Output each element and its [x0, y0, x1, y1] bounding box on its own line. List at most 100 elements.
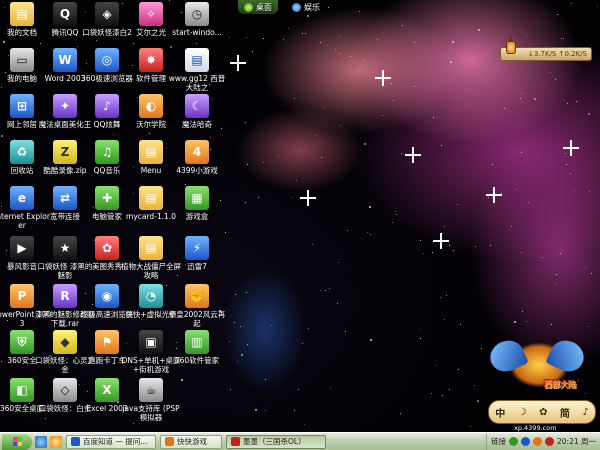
taskbar-button[interactable]: 百度知道 — 提问... — [66, 434, 156, 449]
widget-button[interactable]: ☽ — [518, 407, 527, 418]
star — [305, 33, 306, 34]
desktop-icon[interactable]: 4 4399小游戏 — [167, 140, 227, 175]
star — [288, 28, 289, 29]
app-icon: ◐ — [139, 94, 163, 118]
app-icon: ✚ — [95, 186, 119, 210]
star-flare — [300, 190, 316, 206]
star — [451, 44, 452, 45]
star — [392, 222, 393, 223]
app-icon: ◔ — [139, 284, 163, 308]
desktop-icon[interactable]: ✊ 拳皇2002风云再起 — [167, 284, 227, 328]
desktop-icon[interactable]: ☾ 魔法哈奇 — [167, 94, 227, 129]
star — [350, 56, 351, 57]
qq-tray-icon[interactable] — [545, 437, 554, 446]
app-icon: ✿ — [95, 236, 119, 260]
star — [345, 331, 346, 332]
tray-links-label[interactable]: 链接 — [491, 436, 506, 447]
star — [556, 274, 557, 275]
star — [597, 6, 598, 7]
star — [237, 361, 238, 362]
star — [339, 36, 340, 37]
star-flare — [433, 233, 449, 249]
star — [363, 60, 364, 61]
browser-quicklaunch-icon[interactable] — [35, 435, 47, 448]
widget-button[interactable]: 中 — [495, 405, 505, 420]
star — [241, 354, 243, 356]
star — [229, 37, 230, 38]
volume-tray-icon[interactable] — [533, 437, 542, 446]
app-icon: ◆ — [53, 330, 77, 354]
star — [59, 37, 60, 38]
taskbar-button[interactable]: 快快游戏 — [160, 434, 222, 449]
star — [304, 424, 305, 425]
star — [420, 338, 421, 339]
star — [294, 410, 295, 411]
app-icon: ◇ — [53, 378, 77, 402]
star — [432, 252, 433, 253]
desktop-icon[interactable]: ☕ java支持库 (PSP模拟器 — [121, 378, 181, 422]
clock[interactable]: 20:21 周一 — [557, 436, 596, 447]
star — [278, 156, 279, 157]
tab-desktop[interactable]: 桌面 — [238, 0, 278, 14]
desktop-icon-label: 拳皇2002风云再起 — [168, 310, 226, 328]
star — [169, 0, 170, 1]
app-icon: ⚡ — [185, 236, 209, 260]
app-icon: P — [10, 284, 34, 308]
star — [574, 190, 575, 191]
desktop-icon[interactable]: ⚡ 迅雷7 — [167, 236, 227, 271]
star — [347, 230, 348, 231]
desktop-icon[interactable]: ▥ 360软件管家 — [167, 330, 227, 365]
star — [263, 38, 264, 39]
star — [291, 197, 292, 198]
widget-button[interactable]: 简 — [560, 405, 570, 420]
star — [591, 273, 592, 274]
desktop-icon[interactable]: ▤ www.gg12 西普大陆之 — [167, 48, 227, 92]
taskbar-button-label: 墨墨（三国杀OL） — [243, 437, 306, 446]
star — [588, 113, 590, 115]
star — [490, 245, 491, 246]
desktop-icon[interactable]: ▦ 游戏盒 — [167, 186, 227, 221]
warrior-mascot-icon — [485, 335, 589, 400]
star — [400, 413, 401, 414]
widget-button[interactable]: ♪ — [582, 407, 588, 418]
app-icon: ⊞ — [10, 94, 34, 118]
star-flare — [486, 187, 502, 203]
taskbar-button[interactable]: 墨墨（三国杀OL） — [226, 434, 326, 449]
star — [414, 86, 415, 87]
game-widget[interactable]: 西部大陆 中 ☽ ✿ 简 ♪ xp.4399.com — [485, 335, 598, 432]
widget-url[interactable]: xp.4399.com — [514, 424, 557, 432]
app-icon: 4 — [185, 140, 209, 164]
star — [141, 319, 142, 320]
globe-icon — [292, 2, 301, 12]
star — [77, 46, 78, 47]
star — [367, 232, 368, 233]
app-icon: ▤ — [185, 48, 209, 72]
star — [470, 426, 471, 427]
desktop-icon[interactable]: ◷ start-windo... — [167, 2, 227, 37]
star — [550, 72, 551, 73]
star — [229, 341, 230, 342]
star — [230, 389, 231, 390]
desktop-icon-label: 魔法哈奇 — [182, 120, 212, 129]
tab-entertainment[interactable]: 娱乐 — [292, 0, 320, 14]
start-button[interactable] — [2, 433, 32, 450]
folder-quicklaunch-icon[interactable] — [50, 435, 62, 448]
app-icon: ♫ — [95, 140, 119, 164]
network-tray-icon[interactable] — [521, 437, 530, 446]
star — [514, 321, 516, 323]
star — [449, 245, 450, 246]
star — [571, 3, 572, 4]
star — [492, 164, 493, 165]
star — [555, 79, 556, 80]
star — [588, 326, 589, 327]
widget-button[interactable]: ✿ — [539, 407, 547, 418]
star — [457, 204, 458, 205]
star — [511, 226, 512, 227]
star — [370, 234, 371, 235]
desktop-icon-label: start-windo... — [172, 28, 222, 37]
star — [402, 25, 403, 26]
star — [320, 42, 321, 43]
security-tray-icon[interactable] — [509, 437, 518, 446]
star — [542, 257, 543, 258]
star — [225, 232, 226, 233]
